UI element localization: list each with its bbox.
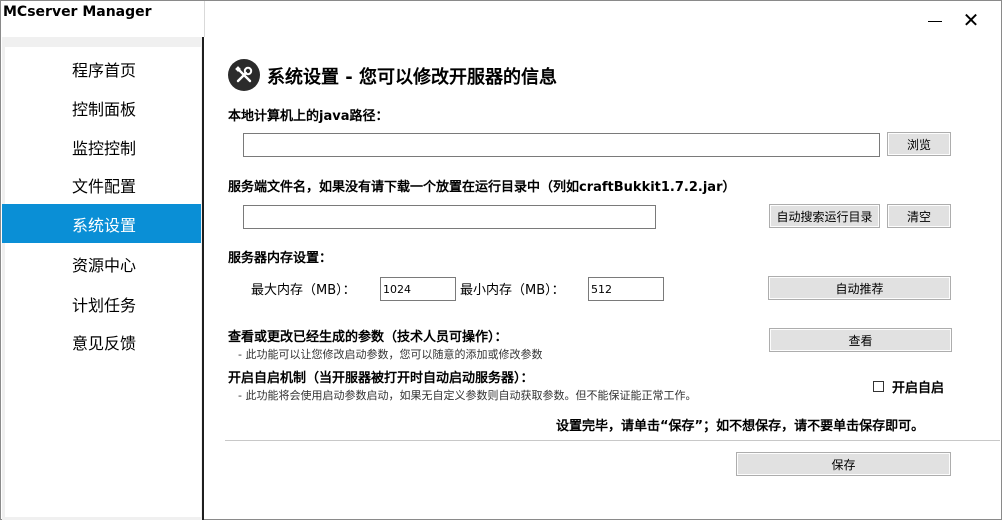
server-file-label: 服务端文件名，如果没有请下载一个放置在运行目录中（列如craftBukkit1.…	[228, 180, 736, 195]
footer-divider	[225, 440, 1000, 441]
java-path-label: 本地计算机上的java路径：	[228, 109, 389, 124]
sidebar-item-label: 系统设置	[72, 215, 137, 235]
tools-icon	[228, 59, 260, 91]
max-memory-label: 最大内存（MB）：	[251, 283, 356, 298]
title-divider	[204, 1, 205, 37]
autostart-checkbox-label: 开启自启	[892, 381, 945, 396]
min-memory-label: 最小内存（MB）：	[460, 283, 565, 298]
params-label: 查看或更改已经生成的参数（技术人员可操作）：	[228, 330, 508, 345]
sidebar-item-feedback[interactable]: 意见反馈	[5, 322, 203, 361]
java-path-input[interactable]	[243, 133, 880, 157]
sidebar: 程序首页 控制面板 监控控制 文件配置 系统设置 资源中心 计划任务 意见反馈	[2, 37, 204, 520]
sidebar-item-label: 资源中心	[72, 255, 137, 275]
clear-button[interactable]: 清空	[887, 204, 951, 228]
sidebar-list: 程序首页 控制面板 监控控制 文件配置 系统设置 资源中心 计划任务 意见反馈	[2, 47, 203, 517]
close-icon: ✕	[962, 7, 980, 32]
minimize-icon	[928, 20, 942, 22]
sidebar-item-control[interactable]: 控制面板	[5, 88, 203, 127]
save-button[interactable]: 保存	[736, 452, 951, 476]
view-params-button[interactable]: 查看	[769, 328, 952, 352]
minimize-button[interactable]	[915, 1, 955, 37]
checkbox-box[interactable]	[873, 381, 884, 392]
params-note: - 此功能可以让您修改启动参数，您可以随意的添加或修改参数	[238, 348, 543, 361]
page-title: 系统设置 - 您可以修改开服器的信息	[267, 67, 558, 88]
browse-button[interactable]: 浏览	[887, 132, 951, 156]
settings-panel: 系统设置 - 您可以修改开服器的信息 本地计算机上的java路径： 浏览 服务端…	[206, 37, 1002, 520]
close-button[interactable]: ✕	[951, 1, 991, 37]
min-memory-input[interactable]	[588, 277, 664, 301]
sidebar-item-resources[interactable]: 资源中心	[5, 244, 203, 283]
sidebar-item-label: 文件配置	[72, 176, 137, 196]
sidebar-item-label: 意见反馈	[72, 333, 137, 353]
auto-search-button[interactable]: 自动搜索运行目录	[769, 204, 880, 228]
save-note: 设置完毕，请单击“保存”；如不想保存，请不要单击保存即可。	[556, 419, 925, 434]
sidebar-item-files[interactable]: 文件配置	[5, 165, 203, 204]
autostart-note: - 此功能将会使用启动参数启动，如果无自定义参数则自动获取参数。但不能保证能正常…	[238, 389, 697, 402]
sidebar-item-tasks[interactable]: 计划任务	[5, 284, 203, 323]
sidebar-item-monitor[interactable]: 监控控制	[5, 127, 203, 166]
sidebar-item-settings[interactable]: 系统设置	[2, 204, 201, 243]
window-title: MCserver Manager	[3, 4, 152, 20]
app-window: MCserver Manager ✕ 程序首页 控制面板 监控控制 文件配置 系…	[0, 0, 1002, 520]
auto-recommend-button[interactable]: 自动推荐	[768, 276, 951, 300]
memory-label: 服务器内存设置：	[228, 251, 333, 266]
sidebar-item-label: 计划任务	[72, 295, 137, 315]
autostart-label: 开启自启机制（当开服器被打开时自动启动服务器）：	[228, 371, 534, 386]
sidebar-item-label: 监控控制	[72, 138, 137, 158]
server-file-input[interactable]	[243, 205, 656, 229]
sidebar-item-label: 程序首页	[72, 60, 137, 80]
sidebar-item-label: 控制面板	[72, 99, 137, 119]
sidebar-item-home[interactable]: 程序首页	[5, 49, 203, 88]
autostart-checkbox[interactable]: 开启自启	[873, 377, 944, 396]
max-memory-input[interactable]	[380, 277, 456, 301]
